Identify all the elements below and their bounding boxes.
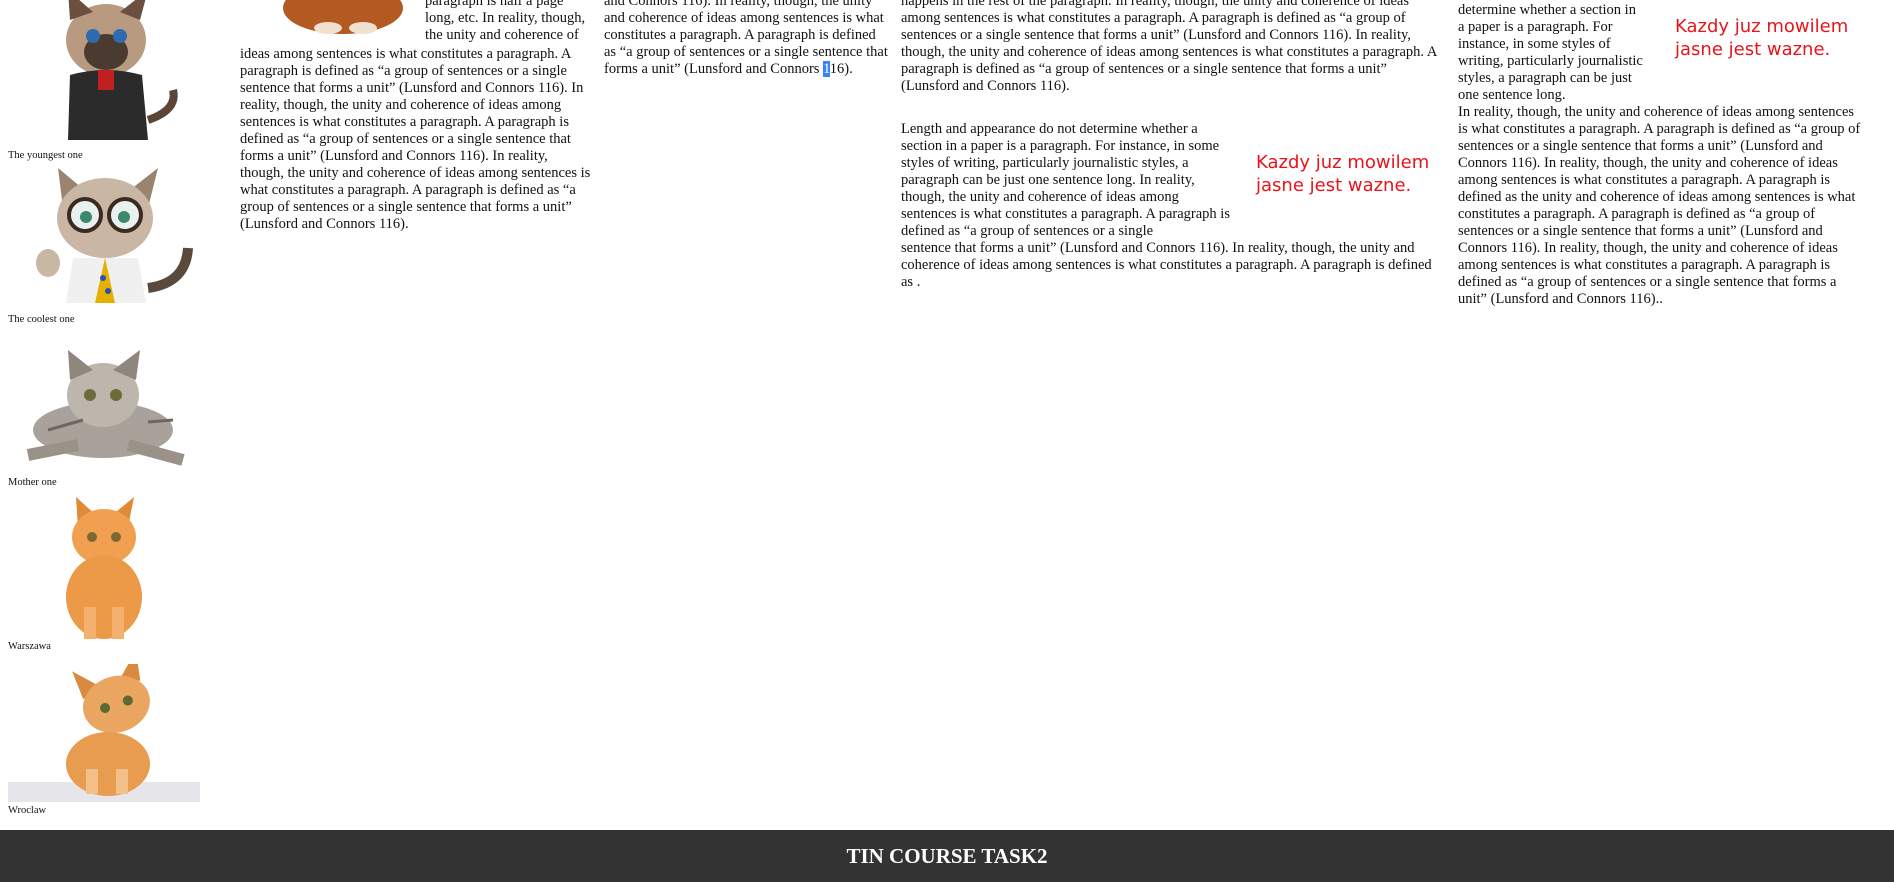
note-box: Kazdy juz mowilem jasne jest wazne. [1256, 151, 1436, 197]
note-line-2: jasne jest wazne. [1256, 175, 1412, 196]
column-3-paragraph-2: Length and appearance do not determine w… [901, 121, 1230, 239]
scrollbar[interactable] [1886, 0, 1894, 830]
crouching-tabby-kitten-icon [26, 350, 185, 466]
sidebar-caption: Wroclaw [8, 805, 47, 816]
tilting-head-kitten-icon [8, 664, 200, 802]
column-1-paragraph: ideas among sentences is what constitute… [240, 46, 591, 232]
note-box: Kazdy juz mowilem jasne jest wazne. [1675, 15, 1875, 61]
column-4-paragraph-wrapped: determine whether a section in a paper i… [1458, 2, 1643, 103]
sidebar-caption: The coolest one [8, 314, 75, 325]
note-line-1: Kazdy juz mowilem [1256, 152, 1430, 173]
column-3-paragraph-2-cont: sentence that forms a unit” (Lunsford an… [901, 240, 1432, 290]
note-line-1: Kazdy juz mowilem [1675, 16, 1849, 37]
sidebar-caption: Mother one [8, 477, 57, 488]
column-3-paragraph-1: happens in the rest of the paragraph. In… [901, 0, 1437, 94]
cat-with-glasses-in-tie-icon [36, 168, 193, 303]
note-line-2: jasne jest wazne. [1675, 39, 1831, 60]
sidebar-caption: The youngest one [8, 150, 83, 161]
sidebar-caption: Warszawa [8, 641, 51, 652]
column-2-text-end: 16). [829, 61, 853, 77]
column-2-paragraph: and Connors 116). In reality, though, th… [604, 0, 890, 78]
sitting-orange-kitten-icon [66, 497, 142, 639]
column-1-intro: paragraph is half a page long, etc. In r… [425, 0, 586, 43]
footer-title: TIN COURSE TASK2 [846, 844, 1048, 868]
page-footer: TIN COURSE TASK2 [0, 830, 1894, 882]
cartoon-cat-partial-icon [283, 0, 403, 34]
column-4-paragraph: In reality, though, the unity and cohere… [1458, 104, 1861, 307]
siamese-cat-in-jacket-icon [66, 0, 178, 140]
text-selection: 1 [823, 61, 830, 77]
